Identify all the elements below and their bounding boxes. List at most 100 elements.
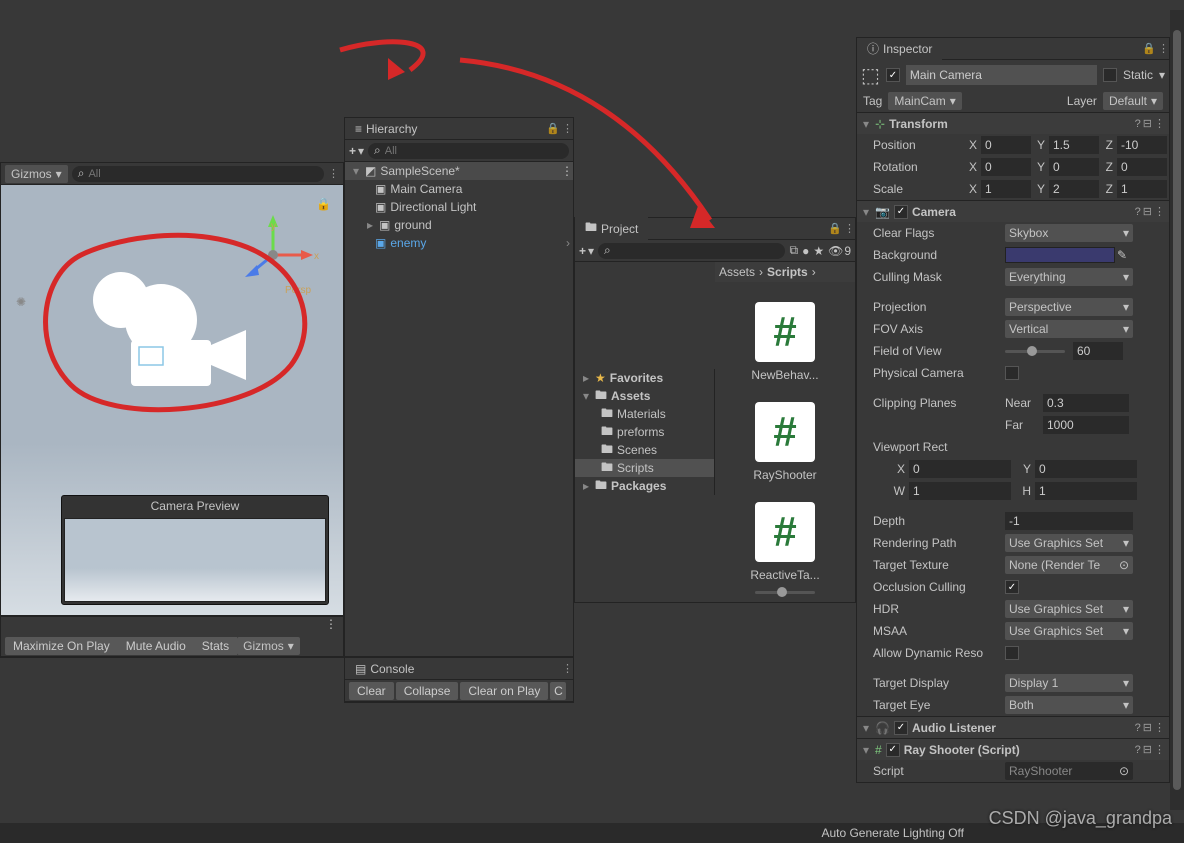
gizmos-dropdown[interactable]: Gizmos▾ (5, 165, 68, 183)
vp-x-input[interactable] (909, 460, 1011, 478)
vp-w-input[interactable] (909, 482, 1011, 500)
collapse-button[interactable]: Collapse (396, 682, 459, 700)
far-input[interactable] (1043, 416, 1129, 434)
kebab-icon[interactable]: ⋮ (1154, 205, 1165, 218)
create-dropdown[interactable]: +▾ (349, 144, 364, 158)
camera-enabled-checkbox[interactable]: ✓ (894, 205, 908, 219)
clear-flags-dropdown[interactable]: Skybox▾ (1005, 224, 1133, 242)
foldout-icon[interactable]: ▸ (365, 218, 375, 232)
near-input[interactable] (1043, 394, 1129, 412)
folder-item[interactable]: Materials (617, 407, 666, 421)
kebab-icon[interactable]: ⋮ (1154, 117, 1165, 130)
project-search-input[interactable] (615, 245, 780, 257)
kebab-icon[interactable]: ⋮ (328, 167, 339, 180)
scl-y-input[interactable] (1049, 180, 1099, 198)
chevron-right-icon[interactable]: › (563, 236, 573, 250)
msaa-dropdown[interactable]: Use Graphics Set▾ (1005, 622, 1133, 640)
script-asset[interactable]: # ReactiveTa... (750, 502, 819, 582)
maximize-on-play-button[interactable]: Maximize On Play (5, 637, 118, 655)
foldout-icon[interactable]: ▾ (861, 205, 871, 219)
dynamic-res-checkbox[interactable] (1005, 646, 1019, 660)
more-button[interactable]: C (550, 682, 566, 700)
help-icon[interactable]: ? (1135, 206, 1141, 218)
pos-x-input[interactable] (981, 136, 1031, 154)
scene-search[interactable]: ⌕ (72, 166, 324, 182)
label-icon[interactable]: ● (802, 244, 809, 258)
foldout-icon[interactable]: ▾ (861, 743, 871, 757)
packages-folder[interactable]: Packages (611, 479, 666, 493)
hierarchy-tab[interactable]: ≡Hierarchy (345, 119, 427, 139)
active-checkbox[interactable]: ✓ (886, 68, 900, 82)
hierarchy-item[interactable]: ground (394, 218, 431, 232)
foldout-icon[interactable]: ▾ (861, 117, 871, 131)
assets-folder[interactable]: Assets (611, 389, 650, 403)
physical-camera-checkbox[interactable] (1005, 366, 1019, 380)
fov-slider[interactable] (1005, 350, 1065, 353)
vp-h-input[interactable] (1035, 482, 1137, 500)
folder-item[interactable]: preforms (617, 425, 664, 439)
clear-button[interactable]: Clear (349, 682, 394, 700)
foldout-icon[interactable]: ▸ (581, 371, 591, 385)
kebab-icon[interactable]: ⋮ (844, 222, 855, 235)
fov-axis-dropdown[interactable]: Vertical▾ (1005, 320, 1133, 338)
clear-on-play-button[interactable]: Clear on Play (460, 682, 548, 700)
preset-icon[interactable]: ⊟ (1143, 721, 1152, 734)
script-asset[interactable]: # NewBehav... (751, 302, 818, 382)
console-tab[interactable]: ▤Console (345, 659, 424, 679)
foldout-icon[interactable]: ▾ (861, 721, 871, 735)
favorite-icon[interactable]: ★ (813, 244, 824, 258)
chevron-down-icon[interactable]: ▾ (1159, 68, 1165, 82)
folder-item-selected[interactable]: Scripts (617, 461, 654, 475)
preset-icon[interactable]: ⊟ (1143, 205, 1152, 218)
fov-input[interactable] (1073, 342, 1123, 360)
filter-icon[interactable]: ⧉ (789, 243, 798, 258)
create-dropdown[interactable]: +▾ (579, 244, 594, 258)
rot-x-input[interactable] (981, 158, 1031, 176)
rot-z-input[interactable] (1117, 158, 1167, 176)
kebab-icon[interactable]: ⋮ (1158, 42, 1169, 55)
lock-icon[interactable]: 🔒 (828, 222, 842, 235)
tag-dropdown[interactable]: MainCam▾ (888, 92, 961, 110)
target-eye-dropdown[interactable]: Both▾ (1005, 696, 1133, 714)
help-icon[interactable]: ? (1135, 744, 1141, 756)
kebab-icon[interactable]: ⋮ (325, 617, 337, 635)
lock-icon[interactable]: 🔒 (1142, 42, 1156, 55)
foldout-icon[interactable]: ▾ (581, 389, 591, 403)
inspector-scrollbar[interactable] (1170, 10, 1184, 810)
mute-audio-button[interactable]: Mute Audio (118, 637, 194, 655)
target-texture-field[interactable]: None (Render Te⊙ (1005, 556, 1133, 574)
pos-y-input[interactable] (1049, 136, 1099, 154)
script-enabled-checkbox[interactable]: ✓ (886, 743, 900, 757)
scl-z-input[interactable] (1117, 180, 1167, 198)
scene-search-input[interactable] (88, 168, 318, 180)
rendering-path-dropdown[interactable]: Use Graphics Set▾ (1005, 534, 1133, 552)
breadcrumb-item[interactable]: Scripts (767, 265, 808, 279)
occlusion-culling-checkbox[interactable]: ✓ (1005, 580, 1019, 594)
kebab-icon[interactable]: ⋮ (562, 662, 573, 675)
static-checkbox[interactable] (1103, 68, 1117, 82)
audio-enabled-checkbox[interactable]: ✓ (894, 721, 908, 735)
culling-mask-dropdown[interactable]: Everything▾ (1005, 268, 1133, 286)
kebab-icon[interactable]: ⋮ (562, 122, 573, 135)
hierarchy-item[interactable]: enemy (390, 236, 559, 250)
script-asset[interactable]: # RayShooter (753, 402, 816, 482)
hierarchy-item[interactable]: Directional Light (390, 200, 476, 214)
depth-input[interactable] (1005, 512, 1133, 530)
layer-dropdown[interactable]: Default▾ (1103, 92, 1163, 110)
pos-z-input[interactable] (1117, 136, 1167, 154)
breadcrumb-item[interactable]: Assets (719, 265, 755, 279)
kebab-icon[interactable]: ⋮ (1154, 721, 1165, 734)
projection-dropdown[interactable]: Perspective▾ (1005, 298, 1133, 316)
rot-y-input[interactable] (1049, 158, 1099, 176)
project-search[interactable]: ⌕ (598, 243, 785, 259)
hierarchy-search[interactable]: ⌕ (368, 143, 569, 159)
hierarchy-search-input[interactable] (385, 145, 563, 157)
lock-icon[interactable]: 🔒 (316, 197, 331, 211)
lighting-status[interactable]: Auto Generate Lighting Off (821, 826, 964, 840)
hierarchy-item[interactable]: Main Camera (390, 182, 462, 196)
background-color-picker[interactable] (1005, 247, 1115, 263)
game-gizmos-dropdown[interactable]: Gizmos▾ (237, 637, 300, 655)
stats-button[interactable]: Stats (194, 637, 237, 655)
favorites-label[interactable]: Favorites (610, 371, 663, 385)
hidden-icon[interactable]: 👁9 (828, 244, 851, 258)
